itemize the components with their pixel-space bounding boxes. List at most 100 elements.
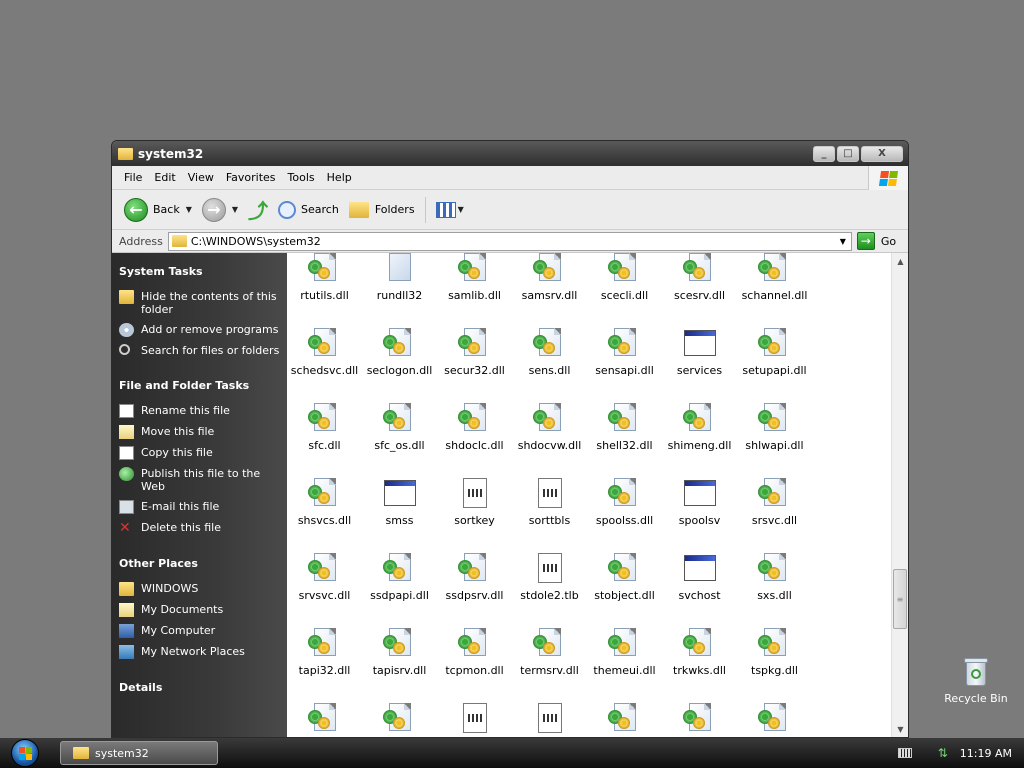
file-item[interactable]: shdocvw.dll [512, 399, 587, 474]
task-delete[interactable]: ✕ Delete this file [112, 521, 287, 535]
file-item[interactable]: services [662, 324, 737, 399]
file-item[interactable]: rundll32 [362, 253, 437, 324]
file-item[interactable]: samsrv.dll [512, 253, 587, 324]
file-item[interactable]: sensapi.dll [587, 324, 662, 399]
file-item[interactable] [362, 699, 437, 737]
dll-file-icon [757, 628, 788, 658]
file-item[interactable]: rtutils.dll [287, 253, 362, 324]
file-item[interactable]: sortkey [437, 474, 512, 549]
place-my-computer[interactable]: My Computer [112, 624, 287, 638]
file-item[interactable] [662, 699, 737, 737]
address-input[interactable]: C:\WINDOWS\system32 ▼ [167, 231, 852, 251]
close-button[interactable]: X [861, 145, 903, 162]
file-item[interactable] [587, 699, 662, 737]
file-item[interactable] [287, 699, 362, 737]
file-item[interactable]: srvsvc.dll [287, 549, 362, 624]
vertical-scrollbar[interactable]: ▲ ≡ ▼ [891, 253, 908, 737]
file-item[interactable]: shell32.dll [587, 399, 662, 474]
views-button[interactable]: ▼ [435, 201, 464, 218]
file-item[interactable]: scesrv.dll [662, 253, 737, 324]
menu-edit[interactable]: Edit [148, 171, 181, 184]
task-move[interactable]: Move this file [112, 425, 287, 439]
file-item[interactable] [437, 699, 512, 737]
task-copy[interactable]: Copy this file [112, 446, 287, 460]
title-bar[interactable]: system32 _ □ X [112, 141, 908, 166]
file-item[interactable]: schedsvc.dll [287, 324, 362, 399]
up-button[interactable]: ⤴ [248, 195, 268, 224]
back-button[interactable]: ← Back ▼ [124, 197, 192, 222]
file-item[interactable]: tapisrv.dll [362, 624, 437, 699]
file-item[interactable] [737, 699, 812, 737]
place-windows[interactable]: WINDOWS [112, 582, 287, 596]
file-item[interactable]: schannel.dll [737, 253, 812, 324]
forward-button[interactable]: → ▼ [201, 197, 238, 222]
file-item[interactable]: tapi32.dll [287, 624, 362, 699]
file-item[interactable]: sens.dll [512, 324, 587, 399]
clock[interactable]: 11:19 AM [960, 747, 1012, 760]
task-hide-contents[interactable]: Hide the contents of this folder [112, 290, 287, 316]
other-places-title[interactable]: Other Places [112, 557, 287, 570]
system-tasks-title[interactable]: System Tasks [112, 265, 287, 278]
file-item[interactable]: shdoclc.dll [437, 399, 512, 474]
file-item[interactable]: tspkg.dll [737, 624, 812, 699]
search-button[interactable]: Search [278, 200, 339, 219]
menu-file[interactable]: File [112, 171, 148, 184]
file-item[interactable]: samlib.dll [437, 253, 512, 324]
file-item[interactable]: sfc.dll [287, 399, 362, 474]
file-item[interactable]: trkwks.dll [662, 624, 737, 699]
file-item[interactable]: spoolss.dll [587, 474, 662, 549]
file-item[interactable]: stobject.dll [587, 549, 662, 624]
file-item[interactable]: setupapi.dll [737, 324, 812, 399]
scroll-down-icon[interactable]: ▼ [892, 721, 909, 737]
menu-view[interactable]: View [182, 171, 220, 184]
task-email[interactable]: E-mail this file [112, 500, 287, 514]
minimize-button[interactable]: _ [813, 145, 835, 162]
file-item[interactable]: shsvcs.dll [287, 474, 362, 549]
forward-dropdown-icon[interactable]: ▼ [232, 205, 238, 214]
file-item[interactable]: smss [362, 474, 437, 549]
details-title[interactable]: Details [112, 681, 287, 694]
views-dropdown-icon[interactable]: ▼ [458, 205, 464, 214]
file-item[interactable] [512, 699, 587, 737]
file-item[interactable]: sorttbls [512, 474, 587, 549]
scroll-thumb[interactable]: ≡ [893, 569, 907, 629]
file-item[interactable]: sfc_os.dll [362, 399, 437, 474]
file-item[interactable]: scecli.dll [587, 253, 662, 324]
file-item[interactable]: tcpmon.dll [437, 624, 512, 699]
file-item[interactable]: ssdpapi.dll [362, 549, 437, 624]
file-name: stdole2.tlb [520, 589, 579, 602]
menu-help[interactable]: Help [321, 171, 358, 184]
task-search-files[interactable]: Search for files or folders [112, 344, 287, 357]
file-item[interactable]: seclogon.dll [362, 324, 437, 399]
start-button[interactable] [0, 738, 50, 768]
folders-button[interactable]: Folders [348, 201, 415, 218]
file-item[interactable]: shimeng.dll [662, 399, 737, 474]
recycle-bin[interactable]: Recycle Bin [944, 656, 1008, 705]
place-my-network[interactable]: My Network Places [112, 645, 287, 659]
file-item[interactable]: termsrv.dll [512, 624, 587, 699]
taskbar-window-button[interactable]: system32 [60, 741, 218, 765]
place-my-documents[interactable]: My Documents [112, 603, 287, 617]
file-item[interactable]: ssdpsrv.dll [437, 549, 512, 624]
file-item[interactable]: stdole2.tlb [512, 549, 587, 624]
file-tasks-title[interactable]: File and Folder Tasks [112, 379, 287, 392]
scroll-up-icon[interactable]: ▲ [892, 253, 909, 269]
keyboard-icon[interactable] [897, 748, 912, 758]
file-item[interactable]: secur32.dll [437, 324, 512, 399]
task-publish-web[interactable]: Publish this file to the Web [112, 467, 287, 493]
file-item[interactable]: shlwapi.dll [737, 399, 812, 474]
file-item[interactable]: themeui.dll [587, 624, 662, 699]
back-dropdown-icon[interactable]: ▼ [186, 205, 192, 214]
maximize-button[interactable]: □ [837, 145, 859, 162]
menu-tools[interactable]: Tools [282, 171, 321, 184]
network-tray-icon[interactable]: ⇅ [938, 747, 950, 759]
file-item[interactable]: sxs.dll [737, 549, 812, 624]
go-button[interactable]: → Go [856, 232, 896, 250]
menu-favorites[interactable]: Favorites [220, 171, 282, 184]
file-item[interactable]: svchost [662, 549, 737, 624]
file-item[interactable]: spoolsv [662, 474, 737, 549]
task-add-remove-programs[interactable]: Add or remove programs [112, 323, 287, 337]
file-item[interactable]: srsvc.dll [737, 474, 812, 549]
address-dropdown-icon[interactable]: ▼ [835, 233, 851, 250]
task-rename[interactable]: Rename this file [112, 404, 287, 418]
